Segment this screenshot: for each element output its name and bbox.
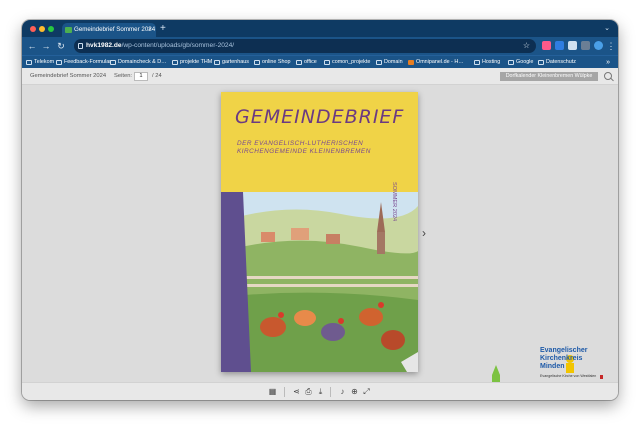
- maximize-window-icon[interactable]: [48, 26, 54, 32]
- url-path: /wp-content/uploads/gb/sommer-2024/: [121, 42, 235, 49]
- folder-icon: [376, 60, 382, 65]
- zoom-in-icon[interactable]: ⊕: [350, 387, 359, 396]
- profile-avatar[interactable]: [594, 41, 603, 50]
- folder-icon: [324, 60, 330, 65]
- next-document-button[interactable]: Dorfkalender Kleinenbremen Wülpke: [500, 72, 598, 81]
- print-icon[interactable]: ⎙: [304, 387, 313, 396]
- folder-icon: [538, 60, 544, 65]
- download-icon[interactable]: ⤓: [316, 387, 325, 396]
- cover-season: SOMMER 2024: [391, 182, 397, 222]
- back-arrow-icon[interactable]: ←: [26, 39, 38, 53]
- cover-subtitle: KIRCHENGEMEINDE KLEINENBREMEN: [237, 148, 371, 155]
- browser-toolbar: ← → ↻ hvk1982.de/wp-content/uploads/gb/s…: [22, 37, 618, 55]
- bookmark-star-icon[interactable]: ☆: [523, 39, 530, 53]
- browser-window: Gemeindebrief Sommer 2024 × + ⌄ ← → ↻ hv…: [22, 20, 618, 400]
- flipbook-controls: ▦ ⋖ ⎙ ⤓ ♪ ⊕ ⤢: [22, 382, 618, 400]
- folder-icon: [296, 60, 302, 65]
- cover-watercolor-illustration: [221, 192, 418, 372]
- logo-tagline: Evangelische Kirche von Westfalen: [540, 374, 597, 378]
- sound-icon[interactable]: ♪: [338, 387, 347, 396]
- cover-subtitle: DER EVANGELISCH-LUTHERISCHEN: [237, 140, 364, 147]
- document-title: Gemeindebrief Sommer 2024: [30, 73, 107, 79]
- fullscreen-icon[interactable]: ⤢: [362, 387, 371, 396]
- logo-line: Minden: [540, 363, 565, 370]
- logo-line: Kirchenkreis: [540, 355, 583, 362]
- logo-line: Evangelischer: [540, 347, 588, 354]
- bookmarks-bar: Telekom Feedback-Formular Domaincheck & …: [22, 55, 618, 68]
- address-bar[interactable]: hvk1982.de/wp-content/uploads/gb/sommer-…: [74, 39, 536, 53]
- new-tab-button[interactable]: +: [160, 22, 166, 36]
- extension-icon[interactable]: [542, 41, 551, 50]
- share-icon[interactable]: ⋖: [292, 387, 301, 396]
- folder-icon: [214, 60, 220, 65]
- folder-icon: [26, 60, 32, 65]
- reload-icon[interactable]: ↻: [55, 39, 67, 53]
- folder-icon: [172, 60, 178, 65]
- separator: [284, 387, 285, 397]
- folder-icon: [254, 60, 260, 65]
- folder-icon: [474, 60, 480, 65]
- favicon-icon: [65, 27, 72, 33]
- omnipanel-favicon-icon: [408, 60, 414, 65]
- next-page-chevron-icon[interactable]: ›: [422, 226, 426, 240]
- flipbook-stage: GEMEINDEBRIEF DER EVANGELISCH-LUTHERISCH…: [22, 86, 618, 400]
- close-window-icon[interactable]: [30, 26, 36, 32]
- tab-menu-chevron-icon[interactable]: ⌄: [604, 22, 610, 36]
- folder-icon: [56, 60, 62, 65]
- pages-label: Seiten:: [114, 73, 133, 79]
- logo-red-square: [600, 375, 603, 379]
- minimize-window-icon[interactable]: [39, 26, 45, 32]
- cover-page[interactable]: GEMEINDEBRIEF DER EVANGELISCH-LUTHERISCH…: [221, 92, 418, 372]
- url-host: hvk1982.de: [86, 42, 122, 49]
- sidebar-icon[interactable]: [581, 41, 590, 50]
- tab-title: Gemeindebrief Sommer 2024: [74, 26, 156, 33]
- extension-icon[interactable]: [555, 41, 564, 50]
- folder-icon: [508, 60, 514, 65]
- separator: [330, 387, 331, 397]
- forward-arrow-icon[interactable]: →: [40, 39, 52, 53]
- cover-title: GEMEINDEBRIEF: [235, 106, 405, 128]
- page-number-input[interactable]: 1: [134, 72, 148, 81]
- thumbnails-grid-icon[interactable]: ▦: [268, 387, 277, 396]
- tab-close-icon[interactable]: ×: [148, 23, 152, 37]
- tab-strip: Gemeindebrief Sommer 2024 × + ⌄: [22, 20, 618, 37]
- flipbook-header: Gemeindebrief Sommer 2024 Seiten: 1 / 24…: [22, 68, 618, 85]
- browser-menu-icon[interactable]: ⋮: [605, 39, 617, 53]
- tab-gemeindebrief[interactable]: Gemeindebrief Sommer 2024 ×: [62, 23, 156, 37]
- site-info-icon[interactable]: [78, 43, 83, 49]
- search-icon[interactable]: [604, 72, 612, 80]
- page-total: / 24: [152, 73, 162, 79]
- extensions-puzzle-icon[interactable]: [568, 41, 577, 50]
- folder-icon: [110, 60, 116, 65]
